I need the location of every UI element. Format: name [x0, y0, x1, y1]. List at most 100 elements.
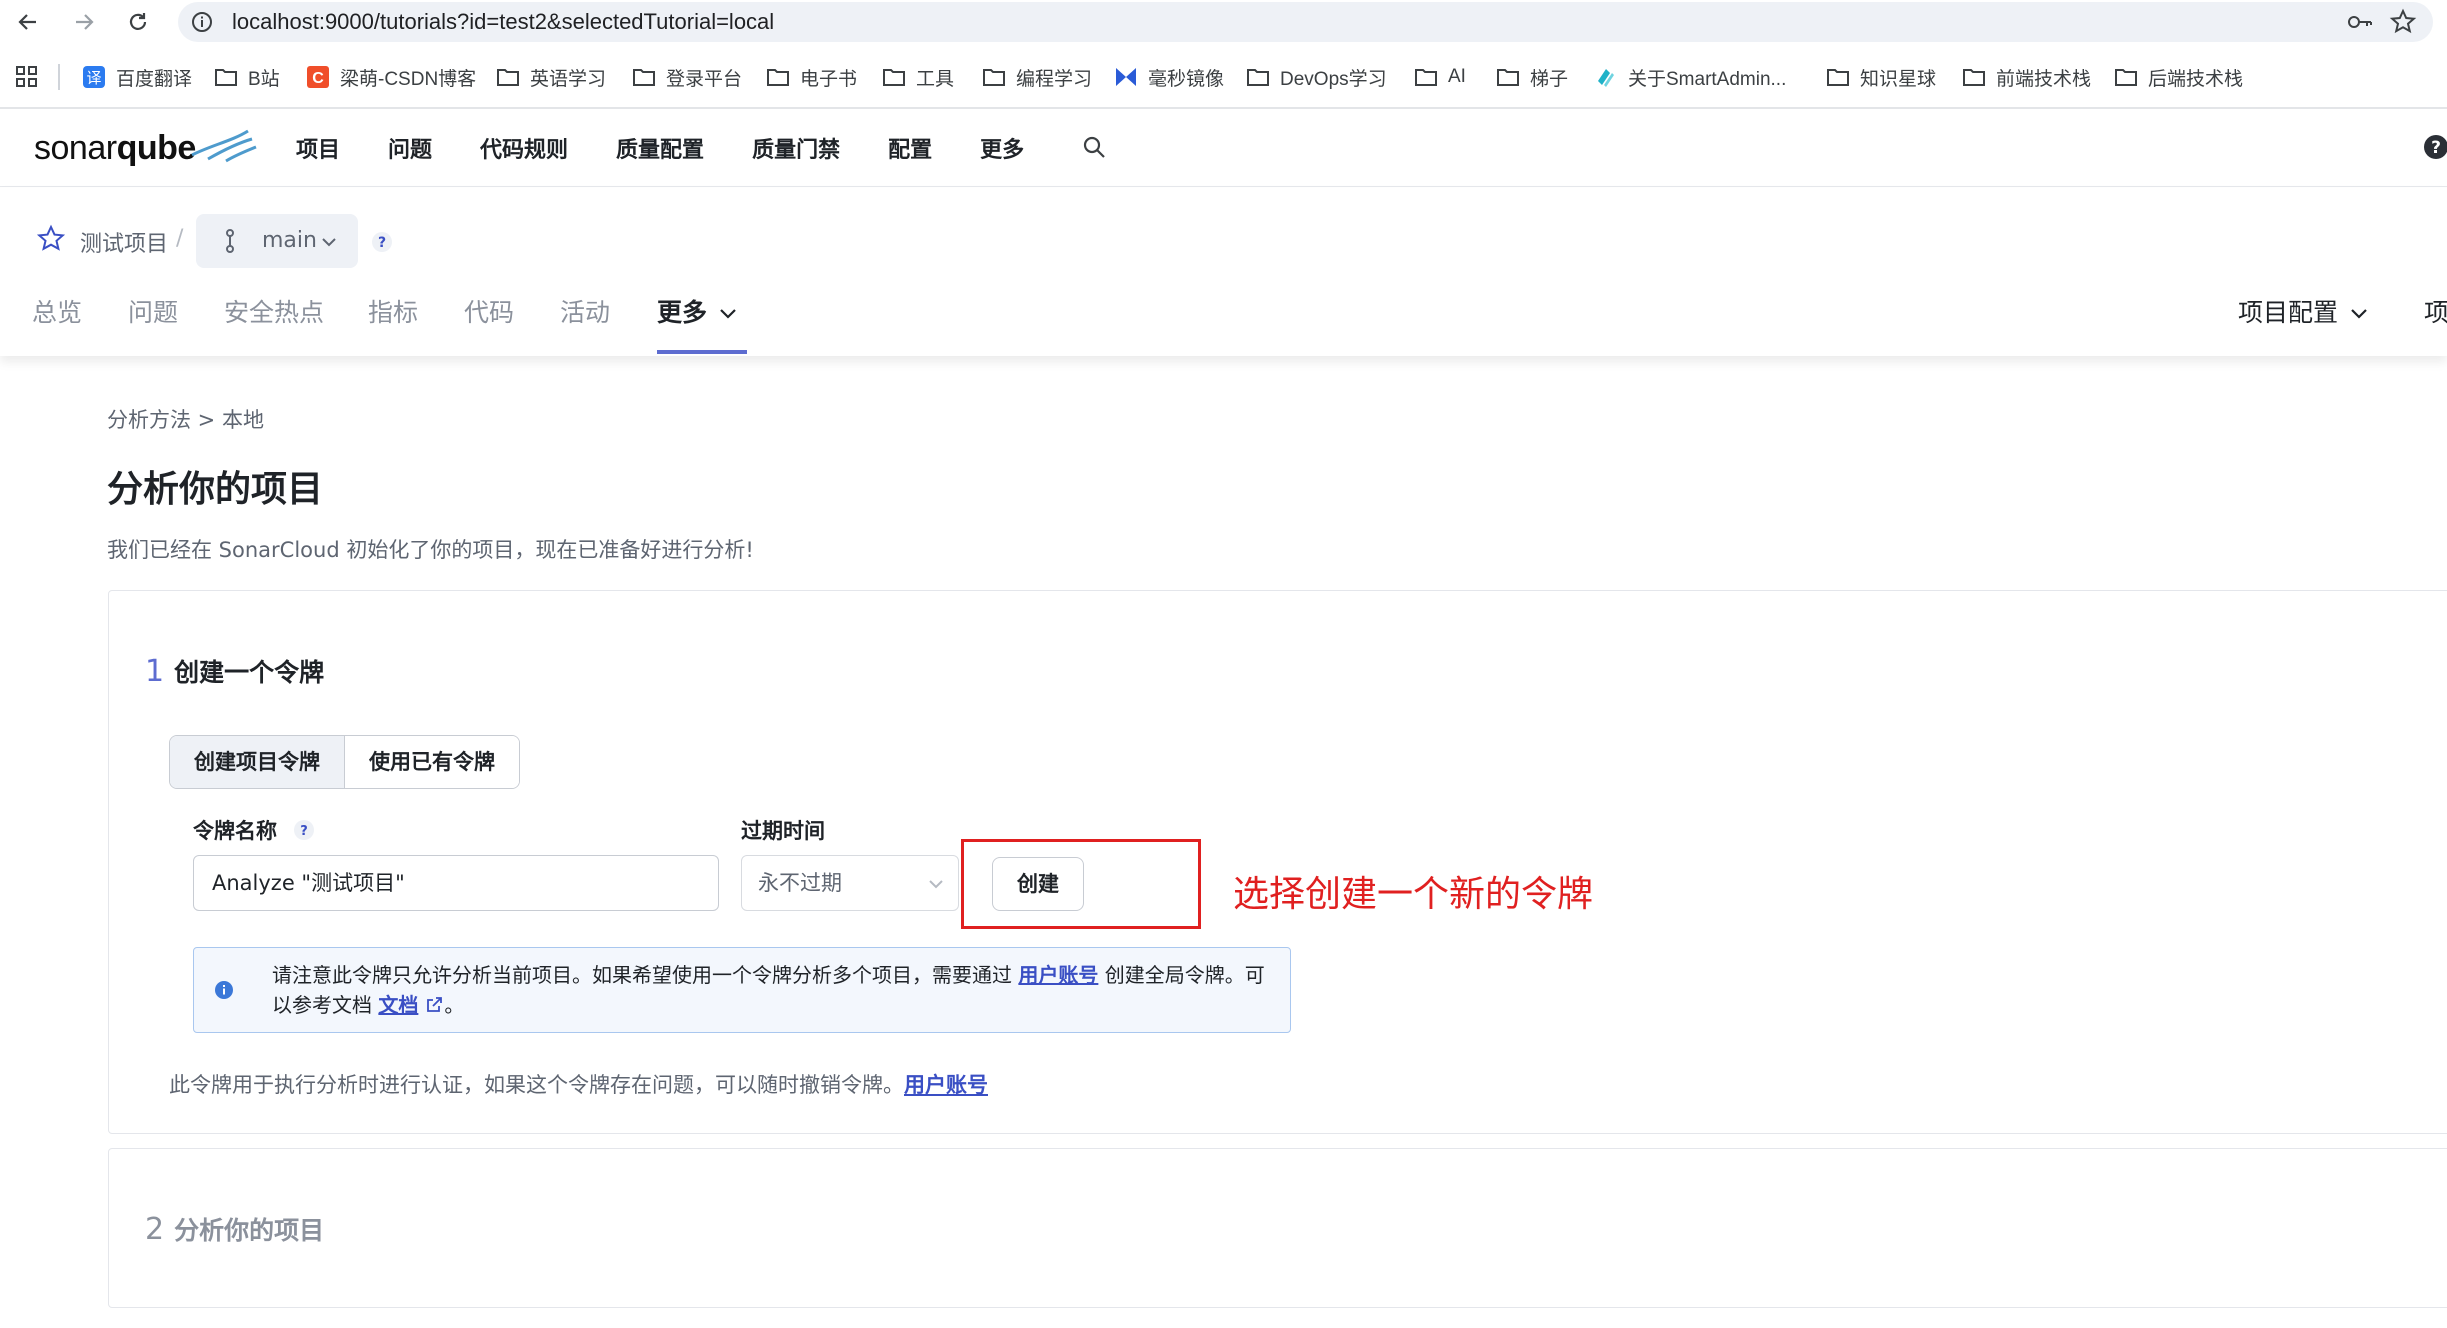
bookmark-folder[interactable]: 后端技术栈 — [2114, 58, 2243, 96]
folder-icon — [214, 65, 238, 89]
branch-icon — [220, 228, 240, 254]
bookmark-folder[interactable]: 梯子 — [1496, 58, 1568, 96]
step-title: 创建一个令牌 — [174, 658, 325, 687]
nav-quality-gates[interactable]: 质量门禁 — [752, 132, 840, 164]
bookmark-item[interactable]: C 梁萌-CSDN博客 — [306, 58, 476, 96]
logo-text-bold: qube — [116, 129, 197, 167]
logo-text-plain: sonar — [34, 129, 117, 167]
use-existing-token-option[interactable]: 使用已有令牌 — [345, 736, 519, 788]
bookmark-star-icon[interactable] — [2389, 8, 2417, 36]
branch-help-icon[interactable]: ? — [370, 230, 394, 254]
forward-arrow-icon[interactable] — [68, 6, 100, 38]
chevron-down-icon — [320, 234, 338, 248]
nav-more[interactable]: 更多 — [980, 132, 1024, 164]
step-number: 2 — [145, 1212, 165, 1247]
docs-link[interactable]: 文档 — [378, 993, 418, 1017]
project-bar: 测试项目 / main ? 总览 问题 安全热点 指标 代码 活动 更多 项目配… — [0, 188, 2447, 356]
favorite-star-icon[interactable] — [36, 224, 66, 254]
bookmark-folder[interactable]: 编程学习 — [982, 58, 1092, 96]
reload-icon[interactable] — [122, 6, 154, 38]
sonarqube-logo[interactable]: sonarqube — [34, 129, 257, 169]
tab-code[interactable]: 代码 — [464, 280, 514, 356]
tab-project-info[interactable]: 项 — [2424, 280, 2447, 356]
bookmark-folder[interactable]: AI — [1414, 58, 1466, 96]
chevron-down-icon — [720, 309, 736, 319]
folder-icon — [1962, 65, 1986, 89]
help-glyph: ? — [300, 824, 308, 839]
nav-quality-profiles[interactable]: 质量配置 — [616, 132, 704, 164]
active-tab-indicator — [657, 350, 747, 354]
info-message: 请注意此令牌只允许分析当前项目。如果希望使用一个令牌分析多个项目，需要通过 用户… — [193, 947, 1291, 1033]
folder-icon — [1826, 65, 1850, 89]
tab-more[interactable]: 更多 — [657, 280, 737, 356]
bookmark-folder[interactable]: 知识星球 — [1826, 58, 1936, 96]
tab-activity[interactable]: 活动 — [560, 280, 610, 356]
chevron-down-icon — [2351, 309, 2367, 319]
step-heading: 1 创建一个令牌 — [145, 653, 324, 689]
expiry-select[interactable]: 永不过期 — [741, 855, 959, 911]
tab-security-hotspots[interactable]: 安全热点 — [224, 280, 324, 356]
bookmark-item[interactable]: 毫秒镜像 — [1114, 58, 1224, 96]
annotation-text: 选择创建一个新的令牌 — [1233, 874, 1594, 915]
bookmark-folder[interactable]: 电子书 — [766, 58, 857, 96]
bookmark-folder[interactable]: 英语学习 — [496, 58, 606, 96]
chevron-down-icon — [929, 880, 943, 889]
nav-rules[interactable]: 代码规则 — [480, 132, 568, 164]
user-account-link[interactable]: 用户账号 — [1018, 963, 1098, 987]
bookmark-item[interactable]: 关于SmartAdmin... — [1594, 58, 1786, 96]
nav-administration[interactable]: 配置 — [888, 132, 932, 164]
bookmark-folder[interactable]: B站 — [214, 58, 280, 96]
folder-icon — [1496, 65, 1520, 89]
branch-selector[interactable]: main — [196, 214, 358, 268]
main-nav: 项目 问题 代码规则 质量配置 质量门禁 配置 更多 — [296, 109, 1072, 187]
branch-name: main — [262, 228, 317, 253]
url-text[interactable]: localhost:9000/tutorials?id=test2&select… — [232, 2, 774, 42]
password-key-icon[interactable] — [2347, 10, 2373, 34]
bookmark-item[interactable]: 译 百度翻译 — [82, 58, 192, 96]
nav-projects[interactable]: 项目 — [296, 132, 340, 164]
expiry-value: 永不过期 — [758, 871, 842, 895]
tab-issues[interactable]: 问题 — [128, 280, 178, 356]
apps-grid-icon[interactable] — [14, 64, 40, 90]
svg-text:C: C — [312, 70, 324, 87]
breadcrumb-separator: / — [176, 226, 184, 251]
token-note-text: 此令牌用于执行分析时进行认证，如果这个令牌存在问题，可以随时撤销令牌。 — [169, 1073, 904, 1097]
create-token-button[interactable]: 创建 — [992, 857, 1084, 911]
back-arrow-icon[interactable] — [12, 6, 44, 38]
breadcrumb[interactable]: 分析方法 > 本地 — [107, 404, 264, 434]
bookmark-folder[interactable]: 工具 — [882, 58, 954, 96]
site-info-icon[interactable] — [190, 10, 214, 34]
tab-measures[interactable]: 指标 — [368, 280, 418, 356]
folder-icon — [982, 65, 1006, 89]
info-text-part1: 请注意此令牌只允许分析当前项目。如果希望使用一个令牌分析多个项目，需要通过 — [272, 963, 1012, 987]
svg-text:?: ? — [2431, 138, 2441, 158]
nav-issues[interactable]: 问题 — [388, 132, 432, 164]
project-name[interactable]: 测试项目 — [80, 226, 168, 258]
token-name-input[interactable]: Analyze "测试项目" — [193, 855, 719, 911]
step-card-create-token: 1 创建一个令牌 创建项目令牌 使用已有令牌 令牌名称 ? 过期时间 Analyz… — [108, 590, 2447, 1134]
bookmark-folder[interactable]: 前端技术栈 — [1962, 58, 2091, 96]
token-note: 此令牌用于执行分析时进行认证，如果这个令牌存在问题，可以随时撤销令牌。用户账号 — [169, 1069, 988, 1099]
search-icon[interactable] — [1080, 133, 1108, 161]
folder-icon — [1414, 65, 1438, 89]
tab-project-settings[interactable]: 项目配置 — [2238, 280, 2368, 356]
token-name-help-icon[interactable]: ? — [293, 819, 315, 841]
bookmark-folder[interactable]: DevOps学习 — [1246, 58, 1387, 96]
bookmark-folder[interactable]: 登录平台 — [632, 58, 742, 96]
smartadmin-icon — [1594, 65, 1618, 89]
tab-overview[interactable]: 总览 — [32, 280, 82, 356]
create-project-token-option[interactable]: 创建项目令牌 — [170, 736, 345, 788]
user-account-link[interactable]: 用户账号 — [904, 1073, 988, 1097]
info-text: 请注意此令牌只允许分析当前项目。如果希望使用一个令牌分析多个项目，需要通过 用户… — [272, 960, 1272, 1020]
bookmarks-bar: 译 百度翻译 B站 C 梁萌-CSDN博客 英语学习 登录平台 电子书 工具 编… — [0, 58, 2447, 96]
tab-project-settings-label: 项目配置 — [2238, 298, 2339, 327]
folder-icon — [496, 65, 520, 89]
step-card-analyze: 2 分析你的项目 — [108, 1148, 2447, 1308]
page-title: 分析你的项目 — [107, 469, 324, 510]
step-title: 分析你的项目 — [174, 1216, 325, 1245]
address-bar[interactable]: localhost:9000/tutorials?id=test2&select… — [178, 2, 2433, 42]
folder-icon — [2114, 65, 2138, 89]
bookmarks-divider — [58, 64, 60, 90]
token-name-label: 令牌名称 — [193, 819, 277, 843]
help-icon[interactable]: ? — [2422, 133, 2447, 161]
